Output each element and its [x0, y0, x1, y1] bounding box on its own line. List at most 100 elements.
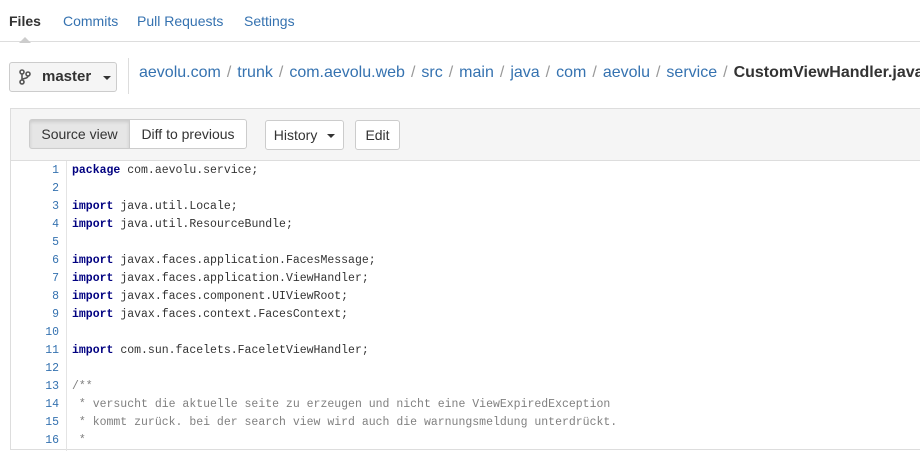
breadcrumb-separator: / — [545, 64, 551, 81]
line-number[interactable]: 6 — [11, 252, 59, 270]
code-line: 8 import javax.faces.component.UIViewRoot… — [11, 288, 920, 306]
code-text: import javax.faces.application.FacesMess… — [72, 252, 376, 270]
diff-to-previous-button[interactable]: Diff to previous — [129, 119, 247, 149]
breadcrumb-separator: / — [499, 64, 505, 81]
file-toolbar: Source view Diff to previous History Edi… — [11, 109, 920, 161]
tab-files[interactable]: Files — [9, 0, 41, 43]
code-statement: javax.faces.application.ViewHandler; — [113, 272, 369, 285]
breadcrumb-separator: / — [723, 64, 728, 81]
code-line: 9 import javax.faces.context.FacesContext… — [11, 306, 920, 324]
line-number[interactable]: 16 — [11, 432, 59, 450]
code-keyword: import — [72, 290, 114, 303]
branch-icon — [18, 69, 32, 89]
code-comment: * kommt zurück. bei der search view wird… — [72, 416, 618, 429]
code-comment: /** — [72, 380, 93, 393]
tab-settings[interactable]: Settings — [244, 0, 295, 42]
code-text: import java.util.ResourceBundle; — [72, 216, 293, 234]
code-keyword: import — [72, 344, 114, 357]
line-number[interactable]: 14 — [11, 396, 59, 414]
line-number[interactable]: 2 — [11, 180, 59, 198]
code-line: 1 package com.aevolu.service; — [11, 162, 920, 180]
edit-button[interactable]: Edit — [355, 120, 400, 150]
breadcrumb: aevolu.com / trunk / com.aevolu.web / src / main… — [139, 64, 920, 82]
code-line: 10 — [11, 324, 920, 342]
code-line: 15 * kommt zurück. bei der search view w… — [11, 414, 920, 432]
line-number[interactable]: 12 — [11, 360, 59, 378]
code-statement: com.aevolu.service; — [120, 164, 259, 177]
code-text: import com.sun.facelets.FaceletViewHandl… — [72, 342, 369, 360]
code-keyword: import — [72, 254, 114, 267]
code-text: /** — [72, 378, 93, 396]
code-comment: * — [72, 434, 86, 447]
code-line: 2 — [11, 180, 920, 198]
breadcrumb-link[interactable]: com — [556, 64, 586, 81]
code-text: import javax.faces.application.ViewHandl… — [72, 270, 369, 288]
code-text: * — [72, 432, 86, 450]
code-statement: java.util.Locale; — [113, 200, 238, 213]
line-number[interactable]: 10 — [11, 324, 59, 342]
line-number[interactable]: 5 — [11, 234, 59, 252]
code-keyword: import — [72, 272, 114, 285]
breadcrumb-link[interactable]: service — [666, 64, 717, 81]
breadcrumb-link[interactable]: aevolu.com — [139, 64, 221, 81]
tab-pull-requests[interactable]: Pull Requests — [137, 0, 223, 42]
history-button[interactable]: History — [265, 120, 344, 150]
code-text: import java.util.Locale; — [72, 198, 238, 216]
line-number[interactable]: 7 — [11, 270, 59, 288]
code-statement: javax.faces.context.FacesContext; — [113, 308, 349, 321]
breadcrumb-link[interactable]: com.aevolu.web — [289, 64, 405, 81]
top-navigation: Files Commits Pull Requests Settings — [0, 0, 920, 43]
line-number[interactable]: 1 — [11, 162, 59, 180]
code-text: package com.aevolu.service; — [72, 162, 258, 180]
line-number[interactable]: 3 — [11, 198, 59, 216]
code-line: 4 import java.util.ResourceBundle; — [11, 216, 920, 234]
line-number[interactable]: 8 — [11, 288, 59, 306]
code-statement: com.sun.facelets.FaceletViewHandler; — [113, 344, 369, 357]
tab-commits[interactable]: Commits — [63, 0, 118, 42]
code-line: 5 — [11, 234, 920, 252]
code-line: 16 * — [11, 432, 920, 450]
line-number[interactable]: 9 — [11, 306, 59, 324]
code-text: * versucht die aktuelle seite zu erzeuge… — [72, 396, 610, 414]
chevron-down-icon — [103, 76, 111, 80]
code-comment: * versucht die aktuelle seite zu erzeuge… — [72, 398, 611, 411]
code-keyword: import — [72, 200, 114, 213]
source-view-button[interactable]: Source view — [29, 119, 130, 149]
breadcrumb-link[interactable]: aevolu — [603, 64, 650, 81]
line-number[interactable]: 15 — [11, 414, 59, 432]
breadcrumb-separator: / — [278, 64, 284, 81]
code-line: 11 import com.sun.facelets.FaceletViewHan… — [11, 342, 920, 360]
code-line: 7 import javax.faces.application.ViewHand… — [11, 270, 920, 288]
breadcrumb-separator: / — [410, 64, 416, 81]
file-viewer-panel: Source view Diff to previous History Edi… — [10, 108, 920, 451]
breadcrumb-separator: / — [592, 64, 597, 81]
code-keyword: import — [72, 308, 114, 321]
code-line: 6 import javax.faces.application.FacesMes… — [11, 252, 920, 270]
code-statement: javax.faces.application.FacesMessage; — [113, 254, 376, 267]
source-code-view: 1 package com.aevolu.service; 2 3 import jav… — [11, 161, 920, 451]
breadcrumb-separator: / — [655, 64, 661, 81]
code-keyword: package — [72, 164, 121, 177]
breadcrumb-separator: / — [448, 64, 454, 81]
code-text: * kommt zurück. bei der search view wird… — [72, 414, 617, 432]
code-line: 3 import java.util.Locale; — [11, 198, 920, 216]
line-number[interactable]: 13 — [11, 378, 59, 396]
branch-selector-button[interactable]: master — [9, 62, 117, 92]
breadcrumb-link[interactable]: src — [421, 64, 442, 81]
line-number[interactable]: 11 — [11, 342, 59, 360]
code-line: 13 /** — [11, 378, 920, 396]
code-text: import javax.faces.component.UIViewRoot; — [72, 288, 348, 306]
code-statement: java.util.ResourceBundle; — [113, 218, 293, 231]
breadcrumb-link[interactable]: java — [510, 64, 539, 81]
line-number[interactable]: 4 — [11, 216, 59, 234]
code-line: 12 — [11, 360, 920, 378]
branch-label: master — [42, 68, 92, 85]
breadcrumb-link[interactable]: main — [459, 64, 494, 81]
code-text: import javax.faces.context.FacesContext; — [72, 306, 348, 324]
breadcrumb-separator: / — [226, 64, 232, 81]
code-keyword: import — [72, 218, 114, 231]
code-line: 14 * versucht die aktuelle seite zu erze… — [11, 396, 920, 414]
current-file-name: CustomViewHandler.java — [733, 64, 920, 81]
code-statement: javax.faces.component.UIViewRoot; — [113, 290, 349, 303]
breadcrumb-link[interactable]: trunk — [237, 64, 273, 81]
